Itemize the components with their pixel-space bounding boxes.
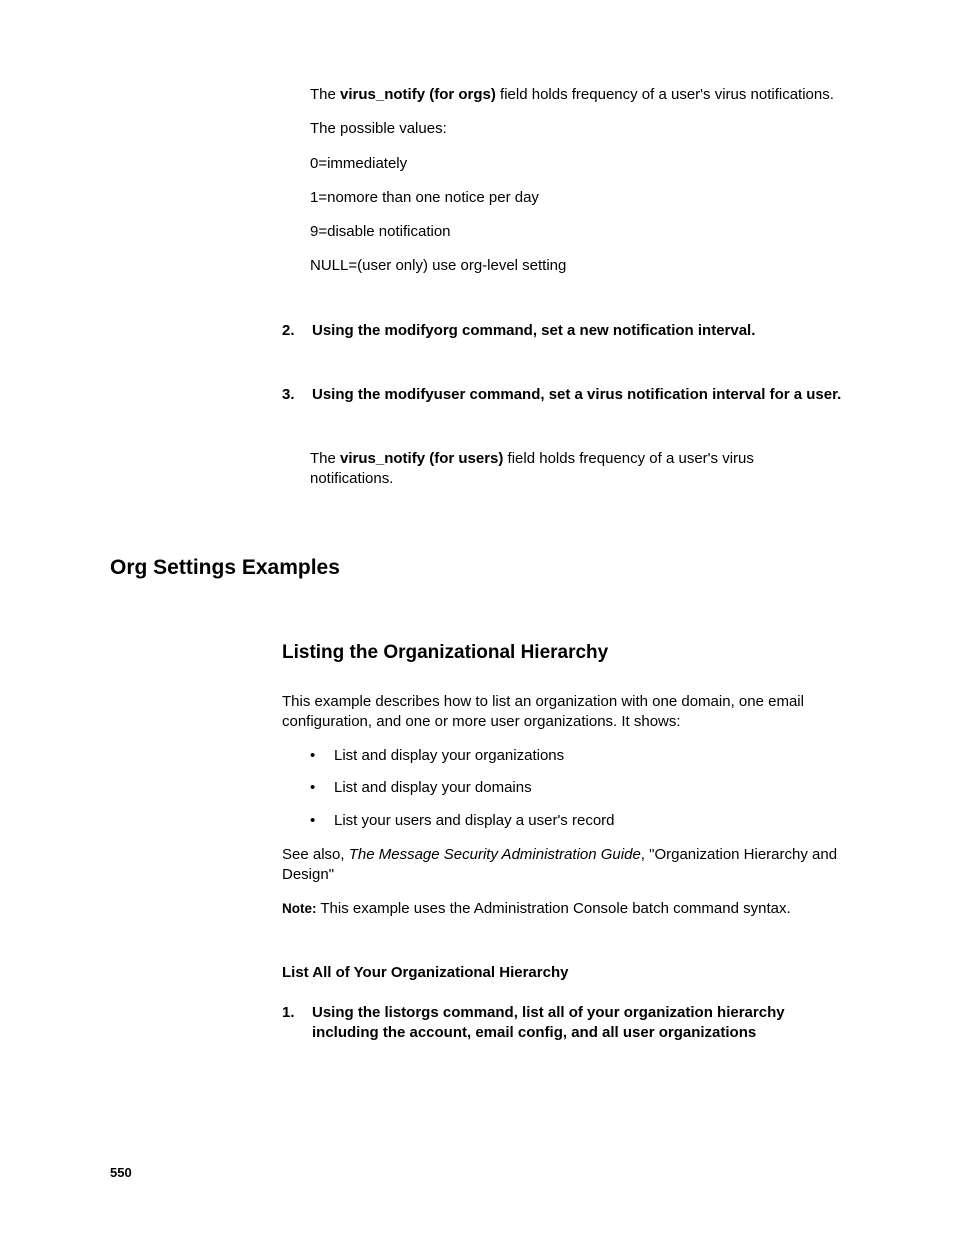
section-body: This example describes how to list an or… [282,692,842,733]
text: The [310,86,340,103]
list-item-text: List and display your organizations [334,746,564,766]
note-label: Note: [282,901,317,916]
bullet-icon: • [310,778,318,798]
text: See also, [282,846,349,863]
bullet-icon: • [310,811,318,831]
possible-values-label: The possible values: [310,119,840,139]
field-name: virus_notify (for orgs) [340,86,496,103]
bullet-list: • List and display your organizations • Li… [310,746,840,831]
step-text: Using the modifyuser command, set a viru… [312,385,841,405]
value-0: 0=immediately [310,154,840,174]
step-2: 2. Using the modifyorg command, set a ne… [282,321,842,341]
heading-listing-org-hierarchy: Listing the Organizational Hierarchy [282,642,844,664]
list-item: • List and display your organizations [310,746,840,766]
virus-notify-orgs-desc: The virus_notify (for orgs) field holds … [310,85,840,105]
reference-title: The Message Security Administration Guid… [349,846,641,863]
step-text: Using the modifyorg command, set a new n… [312,321,755,341]
virus-notify-users-desc: The virus_notify (for users) field holds… [310,449,840,490]
heading-org-settings-examples: Org Settings Examples [110,556,844,580]
note-text: Note: This example uses the Administrati… [282,899,842,919]
page-number: 550 [110,1165,132,1180]
field-description-block-2: The virus_notify (for users) field holds… [310,449,840,490]
list-item-text: List and display your domains [334,778,532,798]
field-name: virus_notify (for users) [340,450,503,467]
see-also-text: See also, The Message Security Administr… [282,845,842,886]
text: field holds frequency of a user's virus … [496,86,834,103]
value-9: 9=disable notification [310,222,840,242]
list-item: • List your users and display a user's re… [310,811,840,831]
step-number: 2. [282,321,300,341]
step-text: Using the listorgs command, list all of … [312,1003,842,1044]
intro-paragraph: This example describes how to list an or… [282,692,842,733]
heading-list-all-hierarchy: List All of Your Organizational Hierarch… [282,964,844,981]
text: This example uses the Administration Con… [317,900,791,917]
note: Note: This example uses the Administrati… [282,899,842,919]
step-1-list-orgs: 1. Using the listorgs command, list all … [282,1003,842,1044]
field-description-block: The virus_notify (for orgs) field holds … [310,85,840,277]
list-item: • List and display your domains [310,778,840,798]
step-number: 3. [282,385,300,405]
bullet-icon: • [310,746,318,766]
list-item-text: List your users and display a user's rec… [334,811,615,831]
see-also: See also, The Message Security Administr… [282,845,842,886]
value-1: 1=nomore than one notice per day [310,188,840,208]
step-number: 1. [282,1003,300,1044]
value-null: NULL=(user only) use org-level setting [310,256,840,276]
text: The [310,450,340,467]
step-3: 3. Using the modifyuser command, set a v… [282,385,842,405]
